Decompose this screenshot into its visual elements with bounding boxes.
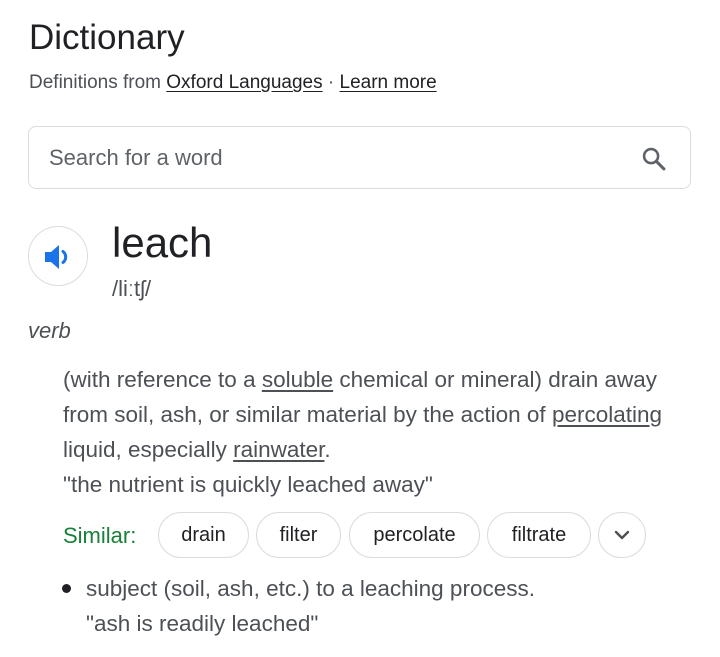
show-more-similar-button[interactable]	[598, 512, 646, 558]
dictionary-title: Dictionary	[29, 18, 185, 57]
similar-chip-percolate[interactable]: percolate	[349, 512, 480, 558]
example-1: "the nutrient is quickly leached away"	[63, 472, 433, 497]
speaker-icon	[45, 245, 68, 269]
definition-text: (with reference to a	[63, 367, 262, 392]
link-percolating[interactable]: percolating	[552, 402, 662, 427]
learn-more-link[interactable]: Learn more	[340, 72, 437, 93]
phonetic: /liːtʃ/	[112, 276, 152, 301]
similar-chip-drain[interactable]: drain	[158, 512, 249, 558]
source-line: Definitions from Oxford Languages · Lear…	[29, 70, 437, 96]
search-icon[interactable]	[640, 145, 668, 173]
part-of-speech: verb	[28, 318, 71, 343]
definition-1: (with reference to a soluble chemical or…	[63, 362, 693, 467]
example-2: "ash is readily leached"	[86, 611, 319, 636]
separator: ·	[327, 72, 335, 93]
source-prefix: Definitions from	[29, 72, 161, 93]
definition-2: subject (soil, ash, etc.) to a leaching …	[86, 576, 535, 601]
pronunciation-audio-button[interactable]	[28, 226, 88, 286]
similar-label: Similar:	[63, 523, 137, 548]
headword: leach	[112, 219, 213, 266]
link-soluble[interactable]: soluble	[262, 367, 333, 392]
oxford-languages-link[interactable]: Oxford Languages	[166, 72, 322, 93]
similar-chip-filtrate[interactable]: filtrate	[487, 512, 591, 558]
definition-text: liquid, especially	[63, 437, 234, 462]
bullet-icon	[62, 584, 71, 593]
chevron-down-icon	[614, 530, 630, 540]
similar-chip-filter[interactable]: filter	[256, 512, 341, 558]
definition-text: .	[324, 437, 331, 462]
search-box	[28, 126, 691, 189]
link-rainwater[interactable]: rainwater	[233, 437, 324, 462]
search-input[interactable]	[49, 141, 609, 175]
similar-words-row: Similar: drain filter percolate filtrate	[63, 512, 663, 560]
